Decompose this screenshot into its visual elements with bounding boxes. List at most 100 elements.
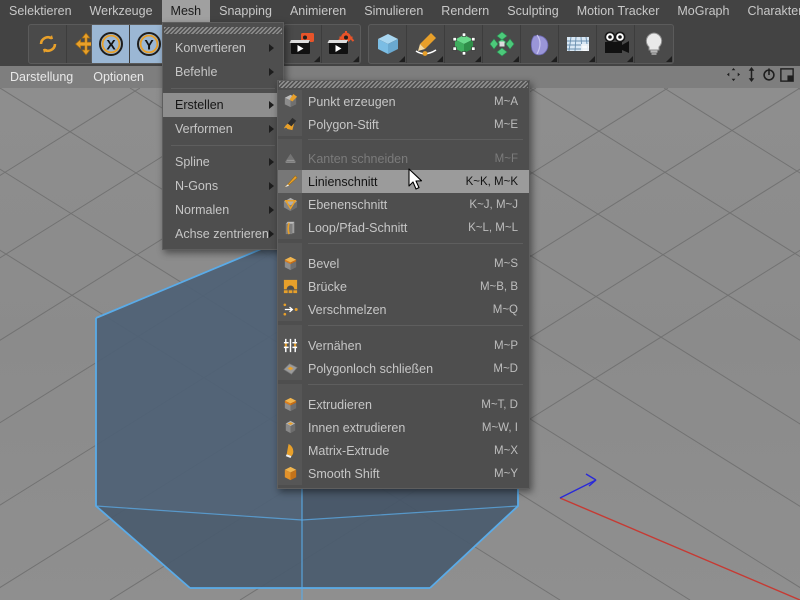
camera-button[interactable] xyxy=(597,25,635,63)
render-settings-button[interactable] xyxy=(322,25,360,63)
submenu-item-vernaehen[interactable]: Vernähen M~P xyxy=(278,334,529,357)
chevron-right-icon xyxy=(269,68,274,76)
menu-rendern[interactable]: Rendern xyxy=(432,0,498,22)
tool-corner-marker xyxy=(314,56,320,62)
environment-button[interactable] xyxy=(559,25,597,63)
rotate-tool-button[interactable] xyxy=(29,25,67,63)
toolbar-group-create xyxy=(368,24,674,64)
tool-corner-marker xyxy=(551,56,557,62)
submenu-separator xyxy=(308,243,523,244)
menu-row-verformen[interactable]: Verformen xyxy=(163,117,283,141)
menu-mesh[interactable]: Mesh xyxy=(161,0,211,22)
viewbar-icon-group xyxy=(726,67,800,87)
orbit-icon[interactable] xyxy=(762,67,776,87)
viewbar-item-optionen[interactable]: Optionen xyxy=(83,66,154,88)
menu-row-n-gons[interactable]: N-Gons xyxy=(163,174,283,198)
tool-corner-marker xyxy=(399,56,405,62)
menu-motion-tracker[interactable]: Motion Tracker xyxy=(568,0,669,22)
menu-simulieren[interactable]: Simulieren xyxy=(355,0,432,22)
submenu-item-shortcut: M~Q xyxy=(492,303,518,316)
create-point-icon xyxy=(278,90,302,113)
polygon-pen-icon xyxy=(278,113,302,136)
menu-sculpting[interactable]: Sculpting xyxy=(498,0,567,22)
pan-icon[interactable] xyxy=(726,67,741,87)
menu-snapping[interactable]: Snapping xyxy=(210,0,281,22)
chevron-right-icon xyxy=(269,158,274,166)
menu-row-befehle[interactable]: Befehle xyxy=(163,60,283,84)
nurbs-generator-button[interactable] xyxy=(445,25,483,63)
chevron-right-icon xyxy=(269,125,274,133)
plane-cut-icon xyxy=(278,193,302,216)
submenu-item-matrix-extrude[interactable]: Matrix-Extrude M~X xyxy=(278,439,529,462)
menu-row-label: Verformen xyxy=(175,122,233,136)
submenu-item-extrudieren[interactable]: Extrudieren M~T, D xyxy=(278,393,529,416)
submenu-item-polygon-stift[interactable]: Polygon-Stift M~E xyxy=(278,113,529,136)
submenu-item-kanten-schneiden[interactable]: Kanten schneiden M~F xyxy=(278,147,529,170)
submenu-item-bruecke[interactable]: Brücke M~B, B xyxy=(278,275,529,298)
menu-row-erstellen[interactable]: Erstellen xyxy=(163,93,283,117)
submenu-item-bevel[interactable]: Bevel M~S xyxy=(278,252,529,275)
submenu-item-label: Extrudieren xyxy=(308,397,372,412)
submenu-separator xyxy=(308,325,523,326)
tool-corner-marker xyxy=(666,56,672,62)
submenu-item-smooth-shift[interactable]: Smooth Shift M~Y xyxy=(278,462,529,485)
submenu-item-shortcut: M~X xyxy=(494,444,518,457)
menu-selektieren[interactable]: Selektieren xyxy=(0,0,81,22)
menu-row-konvertieren[interactable]: Konvertieren xyxy=(163,36,283,60)
cut-edges-icon xyxy=(278,147,302,170)
submenu-item-shortcut: K~K, M~K xyxy=(465,175,518,188)
menu-animieren[interactable]: Animieren xyxy=(281,0,355,22)
cinema4d-window: Darstellung Optionen Filter xyxy=(0,0,800,600)
cube-primitive-button[interactable] xyxy=(369,25,407,63)
spline-pen-button[interactable] xyxy=(407,25,445,63)
submenu-separator-wrap xyxy=(278,384,529,393)
submenu-separator-wrap xyxy=(278,139,529,147)
submenu-item-label: Vernähen xyxy=(308,338,362,353)
submenu-item-shortcut: M~Y xyxy=(494,467,518,480)
menu-row-spline[interactable]: Spline xyxy=(163,150,283,174)
submenu-item-loop-pfad-schnitt[interactable]: Loop/Pfad-Schnitt K~L, M~L xyxy=(278,216,529,239)
viewbar-item-darstellung[interactable]: Darstellung xyxy=(0,66,83,88)
submenu-item-punkt-erzeugen[interactable]: Punkt erzeugen M~A xyxy=(278,90,529,113)
submenu-item-shortcut: K~L, M~L xyxy=(468,221,518,234)
axis-x-lock-button[interactable]: X xyxy=(92,25,130,63)
submenu-separator xyxy=(308,384,523,385)
extrude-inner-icon xyxy=(278,416,302,439)
submenu-item-shortcut: M~D xyxy=(493,362,518,375)
submenu-item-label: Kanten schneiden xyxy=(308,151,409,166)
light-button[interactable] xyxy=(635,25,673,63)
dolly-icon[interactable] xyxy=(745,67,758,87)
chevron-right-icon xyxy=(269,230,274,238)
submenu-item-shortcut: K~J, M~J xyxy=(469,198,518,211)
menu-werkzeuge[interactable]: Werkzeuge xyxy=(81,0,162,22)
toolbar-group-axis-lock: X Y xyxy=(91,24,169,64)
menu-row-achse-zentrieren[interactable]: Achse zentrieren xyxy=(163,222,283,246)
viewport-layout-icon[interactable] xyxy=(780,67,794,87)
menu-charakter[interactable]: Charakter xyxy=(738,0,800,22)
svg-text:X: X xyxy=(106,37,116,53)
tearoff-handle[interactable] xyxy=(164,27,282,34)
menu-row-label: Spline xyxy=(175,155,210,169)
submenu-separator xyxy=(308,139,523,140)
menu-mograph[interactable]: MoGraph xyxy=(668,0,738,22)
render-view-button[interactable] xyxy=(284,25,322,63)
submenu-item-polygonloch-schliessen[interactable]: Polygonloch schließen M~D xyxy=(278,357,529,380)
deformer-button[interactable] xyxy=(483,25,521,63)
submenu-item-label: Polygonloch schließen xyxy=(308,361,434,376)
submenu-item-label: Matrix-Extrude xyxy=(308,443,390,458)
submenu-item-shortcut: M~P xyxy=(494,339,518,352)
tool-corner-marker xyxy=(589,56,595,62)
matrix-extrude-icon xyxy=(278,439,302,462)
submenu-item-shortcut: M~B, B xyxy=(479,280,518,293)
submenu-item-linienschnitt[interactable]: Linienschnitt K~K, M~K xyxy=(278,170,529,193)
tool-corner-marker xyxy=(437,56,443,62)
scene-object-button[interactable] xyxy=(521,25,559,63)
weld-icon xyxy=(278,298,302,321)
menu-row-normalen[interactable]: Normalen xyxy=(163,198,283,222)
menu-separator xyxy=(171,88,275,89)
submenu-item-innen-extrudieren[interactable]: Innen extrudieren M~W, I xyxy=(278,416,529,439)
submenu-item-ebenenschnitt[interactable]: Ebenenschnitt K~J, M~J xyxy=(278,193,529,216)
submenu-item-verschmelzen[interactable]: Verschmelzen M~Q xyxy=(278,298,529,321)
tearoff-handle[interactable] xyxy=(279,81,528,88)
menu-row-label: Konvertieren xyxy=(175,41,246,55)
